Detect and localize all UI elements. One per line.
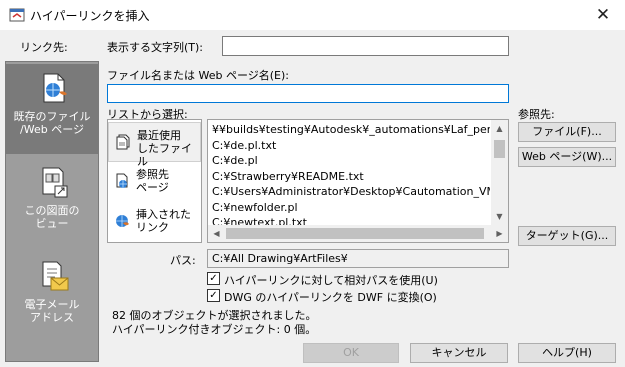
filename-label: ファイル名または Web ページ名(E): — [107, 69, 289, 82]
file-list[interactable]: ¥¥builds¥testing¥Autodesk¥_automations¥L… — [207, 119, 509, 243]
web-page-button[interactable]: Web ページ(W)... — [518, 147, 616, 167]
list-category-label: ページ — [136, 181, 169, 194]
sidebar-item-label: 既存のファイル — [13, 110, 91, 123]
browsed-pages-icon — [116, 173, 128, 188]
close-icon[interactable]: ✕ — [586, 2, 620, 28]
scroll-down-icon[interactable]: ▼ — [491, 208, 508, 225]
target-button[interactable]: ターゲット(G)... — [518, 226, 616, 246]
sidebar-item-label: この図面の — [24, 204, 80, 217]
file-browse-button[interactable]: ファイル(F)... — [518, 122, 616, 142]
convert-dwf-checkbox[interactable]: ✓ — [207, 289, 220, 302]
window-title: ハイパーリンクを挿入 — [30, 9, 150, 23]
inserted-links-icon — [116, 215, 129, 227]
sidebar-item-label: /Web ページ — [20, 123, 84, 136]
list-category-label: 最近使用 — [137, 129, 181, 142]
list-item[interactable]: ¥¥builds¥testing¥Autodesk¥_automations¥L… — [208, 122, 490, 138]
list-item[interactable]: C:¥de.pl.txt — [208, 138, 490, 154]
sidebar-item-label: 電子メール — [24, 298, 80, 311]
relative-path-checkbox[interactable]: ✓ — [207, 272, 220, 285]
list-category-inserted-links[interactable]: 挿入された リンク — [108, 202, 201, 242]
list-category-recent-files[interactable]: 最近使用 したファイル — [108, 122, 201, 168]
drawing-view-icon — [42, 167, 68, 198]
path-label: パス: — [170, 254, 196, 267]
list-category-panel: 最近使用 したファイル 参照先 ページ 挿入された リンク — [107, 119, 202, 243]
file-globe-icon — [43, 73, 67, 103]
list-item[interactable]: C:¥newfolder.pl — [208, 200, 490, 216]
link-to-sidebar: 既存のファイル /Web ページ この図面の ビュー 電子メール アドレス — [5, 61, 99, 362]
horizontal-scrollbar[interactable]: ◀ ▶ — [208, 225, 508, 242]
convert-dwf-label: DWG のハイパーリンクを DWF に変換(O) — [224, 291, 437, 304]
list-category-label: リンク — [136, 221, 169, 234]
scroll-right-icon[interactable]: ▶ — [491, 225, 508, 242]
relative-path-label: ハイパーリンクに対して相対パスを使用(U) — [224, 274, 438, 287]
display-text-label: 表示する文字列(T): — [107, 41, 204, 54]
link-to-label: リンク先: — [20, 41, 68, 54]
list-item[interactable]: C:¥de.pl — [208, 153, 490, 169]
vertical-scrollbar[interactable]: ▲ ▼ — [491, 120, 508, 225]
sidebar-item-label: アドレス — [30, 311, 74, 324]
hyperlink-app-icon — [9, 8, 25, 22]
ok-button[interactable]: OK — [303, 343, 399, 363]
sidebar-item-drawing-view[interactable]: この図面の ビュー — [6, 158, 98, 248]
sidebar-item-label: ビュー — [35, 217, 69, 230]
list-category-label: 挿入された — [136, 208, 191, 221]
scroll-up-icon[interactable]: ▲ — [491, 120, 508, 137]
list-category-label: 参照先 — [136, 168, 169, 181]
browse-for-label: 参照先: — [518, 108, 555, 121]
list-item[interactable]: C:¥Strawberry¥README.txt — [208, 169, 490, 185]
path-value: C:¥All Drawing¥ArtFiles¥ — [207, 249, 509, 268]
recent-files-icon — [116, 134, 130, 150]
email-icon — [42, 261, 69, 291]
list-item[interactable]: C:¥Users¥Administrator¥Desktop¥Cautomati… — [208, 184, 490, 200]
status-hyperlink-count: ハイパーリンク付きオブジェクト: 0 個。 — [112, 323, 317, 336]
sidebar-item-existing-file[interactable]: 既存のファイル /Web ページ — [6, 64, 98, 154]
scroll-thumb[interactable] — [494, 140, 505, 158]
scroll-left-icon[interactable]: ◀ — [208, 225, 225, 242]
filename-input[interactable] — [107, 84, 509, 103]
cancel-button[interactable]: キャンセル — [410, 343, 508, 363]
list-category-browsed-pages[interactable]: 参照先 ページ — [108, 162, 201, 202]
scroll-thumb[interactable] — [226, 228, 484, 239]
display-text-input[interactable] — [222, 36, 509, 56]
help-button[interactable]: ヘルプ(H) — [518, 343, 616, 363]
sidebar-item-email-address[interactable]: 電子メール アドレス — [6, 252, 98, 342]
